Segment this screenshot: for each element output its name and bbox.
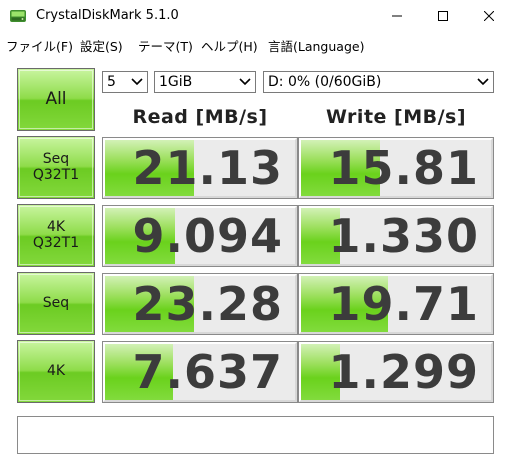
seq-button[interactable]: Seq — [17, 272, 95, 335]
seq-read-result: 23.28 — [102, 273, 298, 335]
seq-q32t1-write-result: 15.81 — [298, 137, 494, 199]
read-column-header: Read [MB/s] — [132, 106, 268, 128]
4k-label: 4K — [46, 362, 66, 379]
result-value: 1.299 — [328, 345, 479, 399]
minimize-button[interactable] — [374, 0, 420, 32]
menu-theme[interactable]: テーマ(T) — [138, 36, 193, 55]
result-value: 1.330 — [328, 209, 479, 263]
comment-input[interactable] — [17, 416, 494, 454]
drive-value: D: 0% (0/60GiB) — [268, 74, 382, 90]
menu-help[interactable]: ヘルプ(H) — [201, 36, 258, 55]
result-value: 15.81 — [328, 141, 479, 195]
menu-bar: ファイル(F) 設定(S) テーマ(T) ヘルプ(H) 言語(Language) — [0, 33, 512, 55]
chevron-down-icon — [477, 78, 489, 86]
menu-file[interactable]: ファイル(F) — [6, 36, 73, 55]
main-panel: All 5 1GiB D: 0% (0/60GiB) Read [MB/s] W… — [0, 58, 512, 466]
test-label-line2: Q32T1 — [32, 166, 80, 183]
seq-write-result: 19.71 — [298, 273, 494, 335]
4k-button[interactable]: 4K — [17, 340, 95, 403]
all-button[interactable]: All — [17, 68, 95, 131]
drive-select[interactable]: D: 0% (0/60GiB) — [263, 71, 494, 93]
result-value: 23.28 — [132, 277, 283, 331]
test-count-select[interactable]: 5 — [102, 71, 148, 93]
4k-q32t1-read-result: 9.094 — [102, 205, 298, 267]
result-value: 7.637 — [132, 345, 283, 399]
minimize-icon — [392, 15, 402, 17]
seq-label: Seq — [42, 294, 70, 311]
write-column-header: Write [MB/s] — [325, 106, 467, 128]
seq-q32t1-button[interactable]: Seq Q32T1 — [17, 136, 95, 199]
seq-q32t1-label: Seq Q32T1 — [32, 151, 80, 183]
4k-read-result: 7.637 — [102, 341, 298, 403]
close-icon — [484, 11, 494, 21]
result-value: 19.71 — [328, 277, 479, 331]
menu-settings[interactable]: 設定(S) — [80, 36, 123, 55]
chevron-down-icon — [131, 78, 143, 86]
result-value: 9.094 — [132, 209, 283, 263]
test-label-line1: 4K — [46, 219, 66, 236]
test-label-line1: Seq — [42, 151, 70, 168]
result-value: 21.13 — [132, 141, 283, 195]
4k-q32t1-label: 4K Q32T1 — [32, 219, 80, 251]
maximize-icon — [438, 11, 448, 21]
crystaldiskmark-app-icon — [10, 10, 26, 22]
4k-q32t1-button[interactable]: 4K Q32T1 — [17, 204, 95, 267]
all-button-label: All — [45, 89, 67, 110]
close-button[interactable] — [466, 0, 512, 32]
test-size-value: 1GiB — [159, 74, 193, 90]
4k-write-result: 1.299 — [298, 341, 494, 403]
test-label-line2: Q32T1 — [32, 234, 80, 251]
test-count-value: 5 — [107, 74, 116, 90]
4k-q32t1-write-result: 1.330 — [298, 205, 494, 267]
seq-q32t1-read-result: 21.13 — [102, 137, 298, 199]
chevron-down-icon — [239, 78, 251, 86]
window-title: CrystalDiskMark 5.1.0 — [36, 8, 179, 23]
menu-language[interactable]: 言語(Language) — [268, 36, 364, 55]
test-size-select[interactable]: 1GiB — [154, 71, 256, 93]
title-bar: CrystalDiskMark 5.1.0 — [0, 0, 512, 32]
maximize-button[interactable] — [420, 0, 466, 32]
